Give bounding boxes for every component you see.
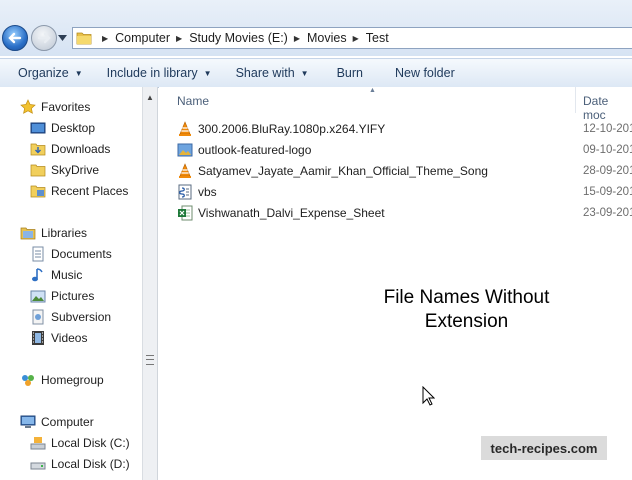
command-bar: Organize ▼ Include in library ▼ Share with… bbox=[0, 58, 632, 88]
vlc-icon bbox=[179, 163, 191, 178]
file-row[interactable]: Satyamev_Jayate_Aamir_Khan_Official_Them… bbox=[177, 161, 632, 181]
navigation-pane-scrollbar[interactable]: ▲ bbox=[142, 87, 158, 480]
burn-button[interactable]: Burn bbox=[319, 59, 373, 87]
include-in-library-button[interactable]: Include in library ▼ bbox=[93, 59, 222, 87]
nav-desktop[interactable]: Desktop bbox=[30, 119, 95, 137]
drive-icon bbox=[30, 462, 46, 470]
libraries-icon bbox=[20, 227, 36, 240]
chevron-down-icon: ▼ bbox=[203, 68, 212, 78]
back-arrow-icon bbox=[8, 32, 22, 44]
recent-pages-dropdown-icon[interactable] bbox=[58, 35, 67, 41]
nav-skydrive[interactable]: SkyDrive bbox=[30, 161, 99, 179]
nav-pictures[interactable]: Pictures bbox=[30, 287, 94, 305]
overlay-caption-line2: Extension bbox=[424, 311, 509, 332]
computer-icon bbox=[20, 415, 36, 428]
subversion-icon bbox=[32, 309, 44, 325]
address-field[interactable]: ▶ Computer ▶ Study Movies (E:) ▶ Movies ▶ T… bbox=[72, 27, 632, 49]
nav-videos[interactable]: Videos bbox=[30, 329, 87, 347]
file-row[interactable]: vbs 15-09-201 bbox=[177, 182, 632, 202]
column-header-date-modified[interactable]: Date moc bbox=[583, 94, 632, 122]
vlc-icon bbox=[179, 121, 191, 136]
forward-button[interactable] bbox=[31, 25, 57, 51]
navigation-pane: Favorites Desktop Downloads SkyDrive Rec… bbox=[0, 87, 142, 480]
videos-icon bbox=[32, 331, 44, 345]
script-icon bbox=[178, 184, 192, 200]
forward-arrow-icon bbox=[37, 32, 51, 44]
nav-downloads[interactable]: Downloads bbox=[30, 140, 110, 158]
image-icon bbox=[177, 143, 193, 157]
address-bar-area: ▶ Computer ▶ Study Movies (E:) ▶ Movies ▶ T… bbox=[0, 0, 632, 56]
scroll-grip-icon[interactable] bbox=[146, 355, 154, 365]
breadcrumb-study-movies[interactable]: Study Movies (E:) ▶ bbox=[189, 31, 307, 45]
nav-computer[interactable]: Computer bbox=[20, 413, 94, 431]
file-row[interactable]: outlook-featured-logo 09-10-201 bbox=[177, 140, 632, 160]
music-icon bbox=[32, 268, 43, 282]
organize-button[interactable]: Organize ▼ bbox=[0, 59, 93, 87]
breadcrumb-arrow-icon[interactable]: ▶ bbox=[102, 34, 108, 43]
skydrive-folder-icon bbox=[30, 164, 46, 177]
nav-subversion[interactable]: Subversion bbox=[30, 308, 111, 326]
file-list: ▲ Name Date moc 300.2006.BluRay.1080p.x2… bbox=[159, 87, 632, 480]
scroll-up-icon[interactable]: ▲ bbox=[146, 93, 154, 102]
chevron-down-icon: ▼ bbox=[74, 68, 83, 78]
nav-homegroup[interactable]: Homegroup bbox=[20, 371, 104, 389]
nav-favorites[interactable]: Favorites bbox=[20, 98, 90, 116]
new-folder-button[interactable]: New folder bbox=[373, 59, 465, 87]
sort-ascending-icon: ▲ bbox=[369, 87, 376, 94]
breadcrumb-movies[interactable]: Movies ▶ bbox=[307, 31, 366, 45]
excel-icon bbox=[178, 205, 193, 221]
column-header-name[interactable]: Name bbox=[177, 94, 209, 108]
watermark: tech-recipes.com bbox=[481, 436, 607, 460]
documents-icon bbox=[32, 246, 44, 262]
overlay-caption-line1: File Names Without bbox=[383, 287, 550, 308]
desktop-icon bbox=[30, 122, 46, 134]
nav-documents[interactable]: Documents bbox=[30, 245, 112, 263]
folder-icon bbox=[76, 32, 92, 45]
overlay-caption: File Names Without Extension bbox=[365, 286, 568, 334]
homegroup-icon bbox=[22, 375, 34, 386]
nav-local-disk-d[interactable]: Local Disk (D:) bbox=[30, 455, 130, 473]
column-separator[interactable] bbox=[575, 87, 576, 113]
share-with-button[interactable]: Share with ▼ bbox=[222, 59, 319, 87]
downloads-folder-icon bbox=[30, 143, 46, 156]
nav-recent-places[interactable]: Recent Places bbox=[30, 182, 128, 200]
recent-places-icon bbox=[30, 185, 46, 198]
chevron-down-icon: ▼ bbox=[300, 68, 309, 78]
star-icon bbox=[20, 99, 36, 114]
mouse-cursor-icon bbox=[422, 386, 435, 406]
system-drive-icon bbox=[30, 437, 46, 450]
breadcrumb-test[interactable]: Test bbox=[366, 31, 389, 45]
file-row[interactable]: 300.2006.BluRay.1080p.x264.YIFY 12-10-20… bbox=[177, 119, 632, 139]
nav-music[interactable]: Music bbox=[30, 266, 82, 284]
back-button[interactable] bbox=[2, 25, 28, 51]
nav-local-disk-c[interactable]: Local Disk (C:) bbox=[30, 434, 130, 452]
pictures-icon bbox=[30, 290, 46, 303]
file-row[interactable]: Vishwanath_Dalvi_Expense_Sheet 23-09-201 bbox=[177, 203, 632, 223]
breadcrumb-computer[interactable]: Computer ▶ bbox=[115, 31, 189, 45]
nav-libraries[interactable]: Libraries bbox=[20, 224, 87, 242]
